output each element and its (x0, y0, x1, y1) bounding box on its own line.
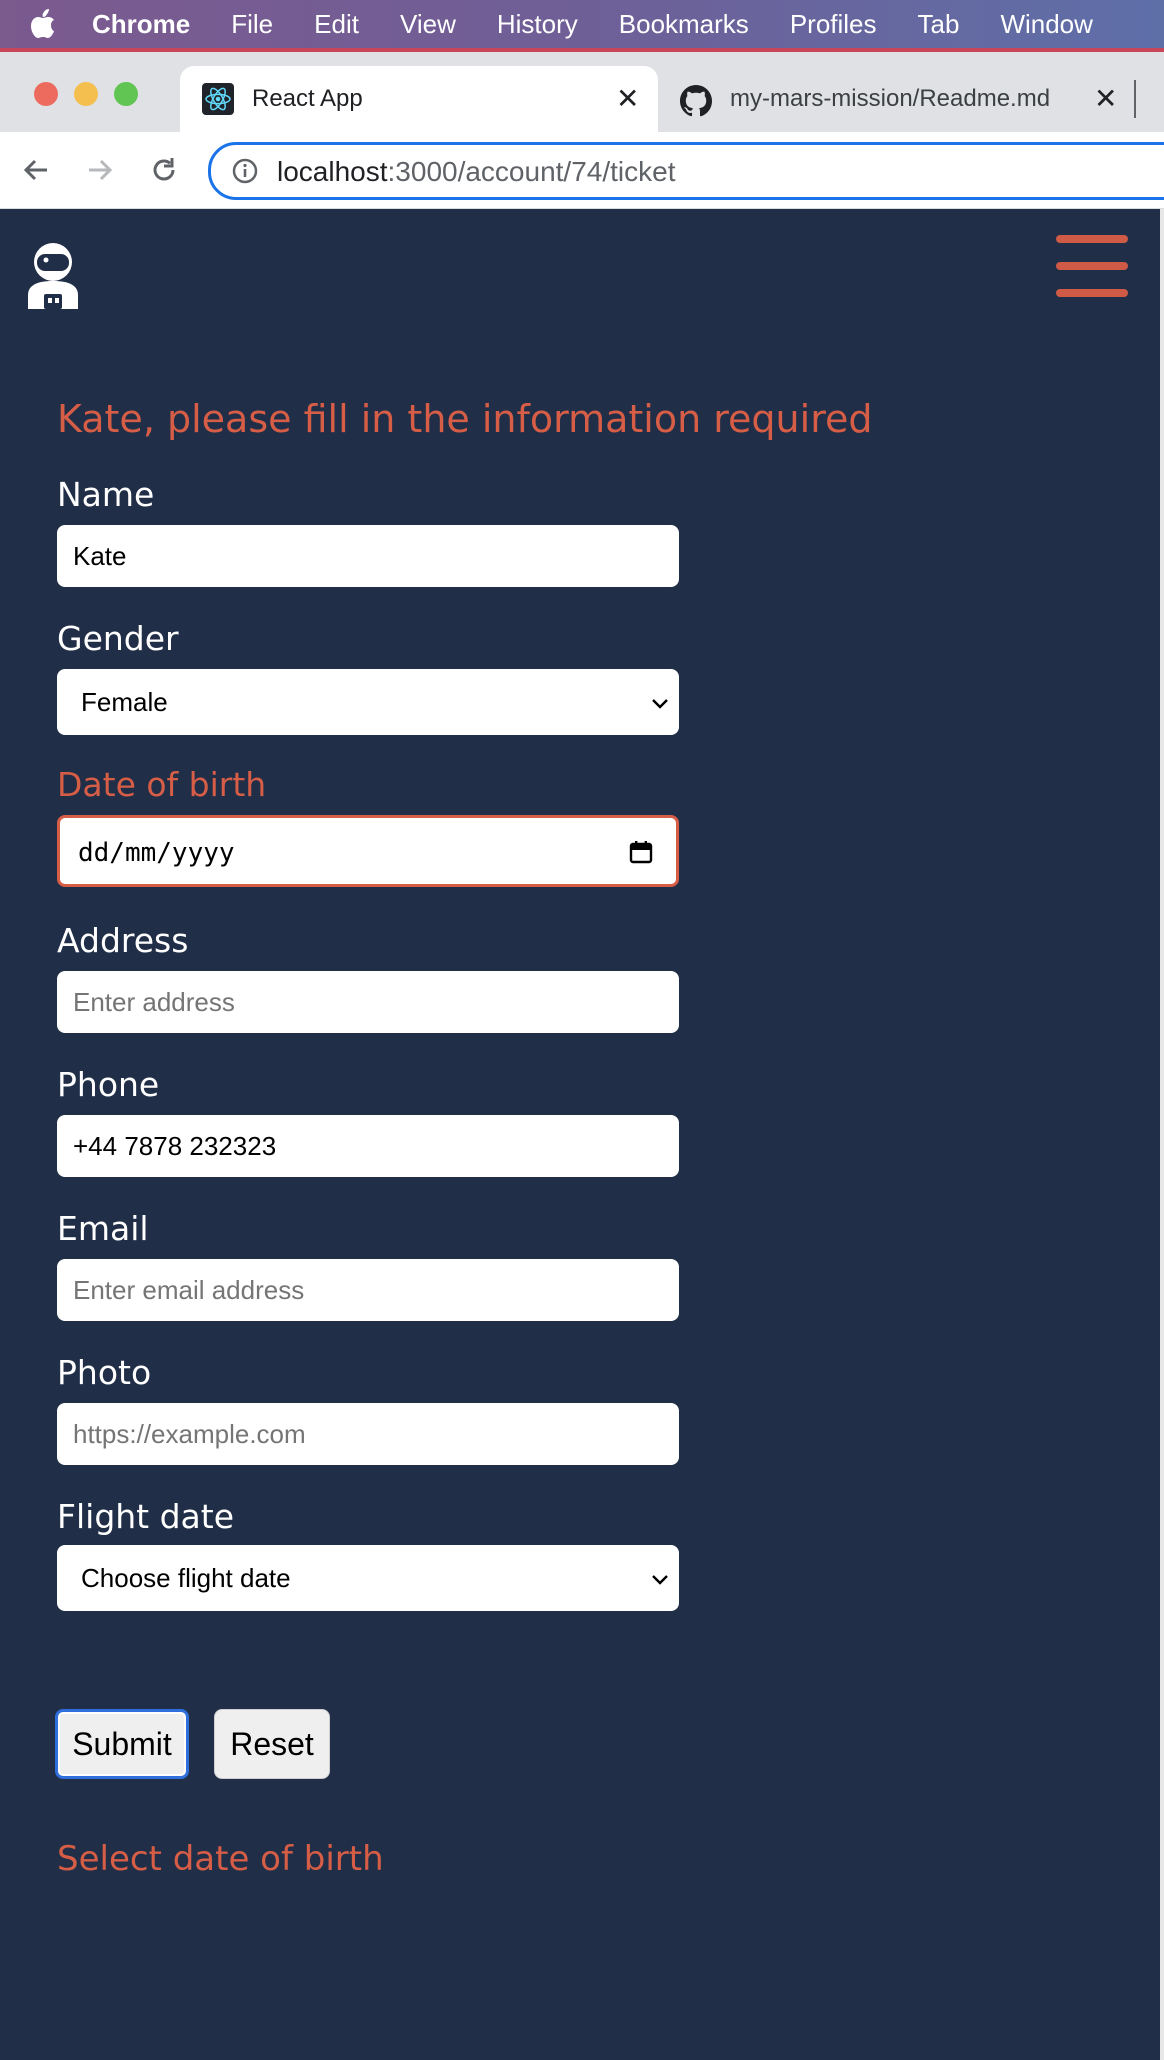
tab-title: my-mars-mission/Readme.md (730, 85, 1051, 112)
menu-edit[interactable]: Edit (314, 9, 359, 40)
menu-window[interactable]: Window (1000, 9, 1092, 40)
name-label: Name (57, 475, 155, 514)
gender-selected-value: Female (81, 686, 168, 717)
minimize-window-button[interactable] (74, 82, 98, 106)
gender-label: Gender (57, 619, 179, 658)
menu-tab[interactable]: Tab (918, 9, 960, 40)
dob-label: Date of birth (57, 765, 267, 804)
url-text: localhost:3000/account/74/ticket (277, 156, 676, 188)
url-path: :3000/account/74/ticket (387, 156, 676, 187)
menu-file[interactable]: File (231, 9, 273, 40)
flight-date-selected-value: Choose flight date (81, 1562, 291, 1593)
tab-github-readme[interactable]: my-mars-mission/Readme.md ✕ (668, 66, 1148, 132)
phone-input[interactable] (57, 1115, 679, 1177)
address-label: Address (57, 921, 189, 960)
zoom-window-button[interactable] (114, 82, 138, 106)
phone-label: Phone (57, 1065, 160, 1104)
email-input[interactable] (57, 1259, 679, 1321)
github-icon (680, 85, 713, 122)
photo-url-input[interactable] (57, 1403, 679, 1465)
astronaut-logo-icon[interactable] (24, 239, 82, 311)
name-input[interactable] (57, 525, 679, 587)
menu-profiles[interactable]: Profiles (790, 9, 877, 40)
submit-button[interactable]: Submit (55, 1709, 189, 1779)
macos-menu-bar: Chrome File Edit View History Bookmarks … (0, 0, 1164, 48)
back-icon[interactable] (16, 150, 56, 190)
flight-date-select[interactable]: Choose flight date (57, 1545, 679, 1611)
browser-toolbar: localhost:3000/account/74/ticket (0, 132, 1164, 209)
address-input[interactable] (57, 971, 679, 1033)
tab-separator (1134, 80, 1136, 118)
gender-select[interactable]: Female (57, 669, 679, 735)
dob-placeholder: dd/mm/yyyy (78, 838, 235, 868)
menu-chrome[interactable]: Chrome (92, 9, 190, 40)
forward-icon[interactable] (80, 150, 120, 190)
tab-title: React App (252, 85, 363, 112)
flight-date-label: Flight date (57, 1497, 235, 1536)
url-host: localhost (277, 156, 388, 187)
app-page: Kate, please fill in the information req… (0, 209, 1160, 2060)
menu-view[interactable]: View (400, 9, 456, 40)
reload-icon[interactable] (144, 150, 184, 190)
hamburger-menu-icon[interactable] (1056, 235, 1128, 297)
form-heading: Kate, please fill in the information req… (57, 397, 873, 441)
validation-error-message: Select date of birth (57, 1839, 384, 1879)
apple-icon[interactable] (30, 9, 70, 39)
scrollbar[interactable] (1160, 209, 1164, 2060)
chevron-down-icon (649, 691, 671, 722)
window-top-edge (0, 48, 1164, 52)
calendar-icon[interactable] (628, 839, 654, 870)
reset-button[interactable]: Reset (214, 1709, 330, 1779)
react-icon (202, 83, 234, 115)
menu-bookmarks[interactable]: Bookmarks (619, 9, 749, 40)
address-bar[interactable]: localhost:3000/account/74/ticket (208, 142, 1164, 200)
photo-label: Photo (57, 1353, 152, 1392)
chevron-down-icon (649, 1567, 671, 1598)
close-tab-icon[interactable]: ✕ (616, 82, 639, 115)
close-tab-icon[interactable]: ✕ (1094, 82, 1117, 115)
close-window-button[interactable] (34, 82, 58, 106)
dob-input[interactable]: dd/mm/yyyy (57, 815, 679, 887)
menu-history[interactable]: History (497, 9, 578, 40)
info-icon[interactable] (231, 157, 259, 190)
tab-react-app[interactable]: React App ✕ (180, 66, 658, 132)
email-label: Email (57, 1209, 149, 1248)
